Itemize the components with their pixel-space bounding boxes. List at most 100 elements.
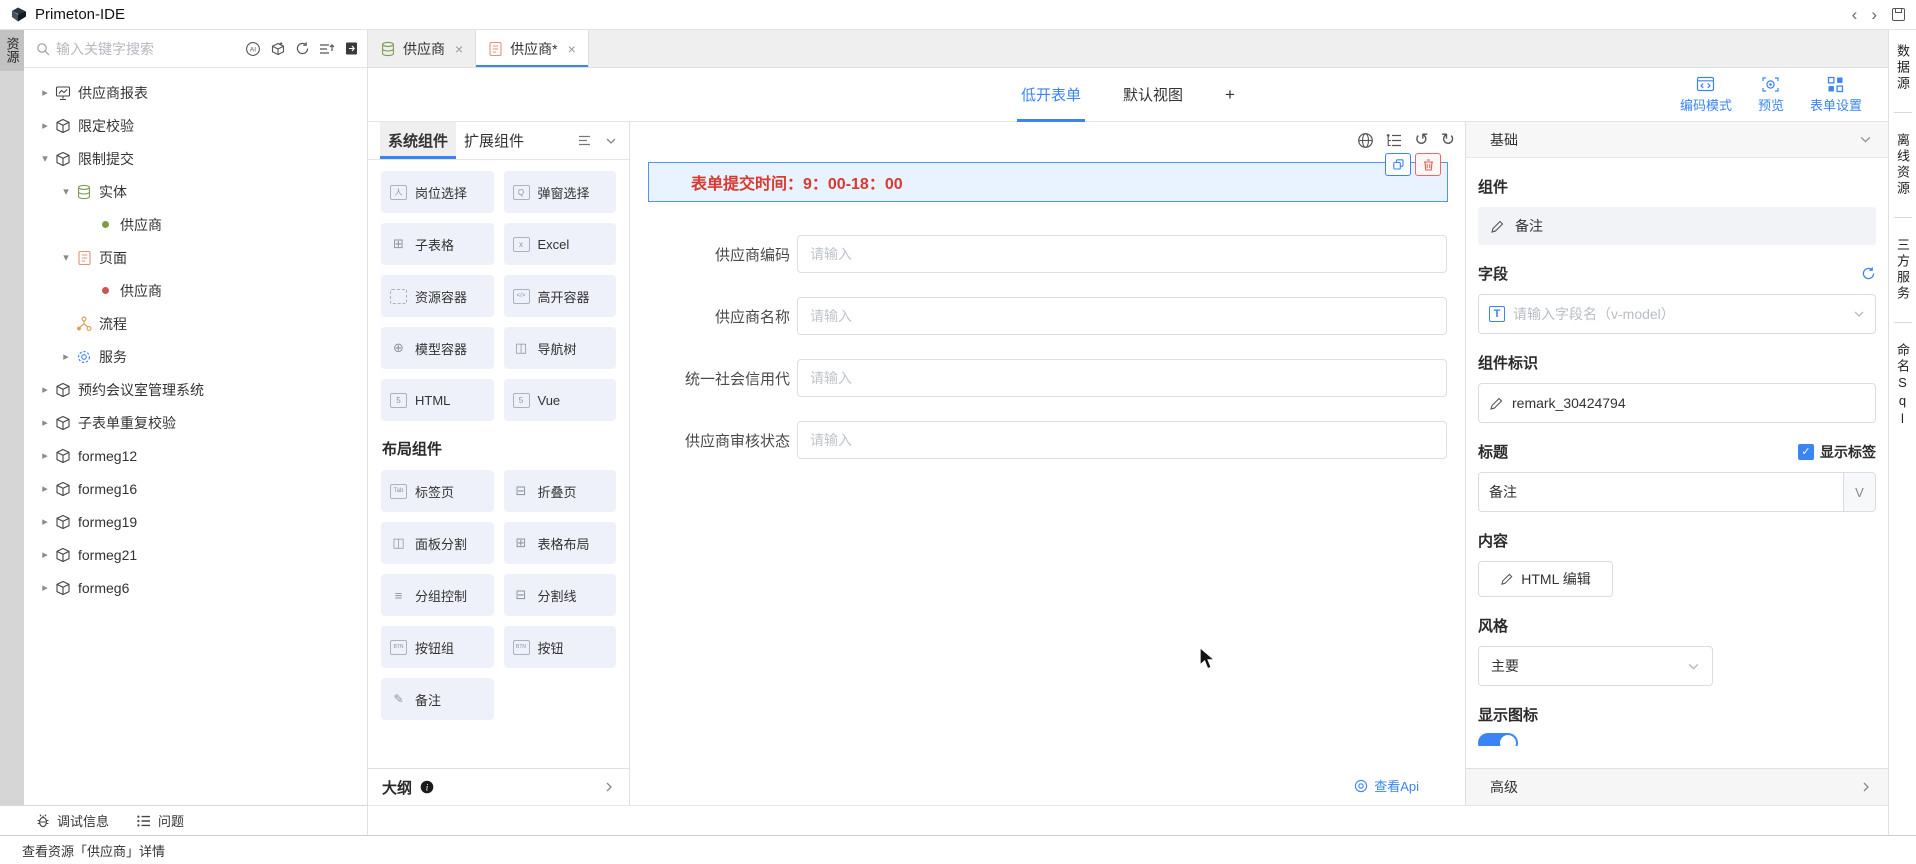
section-advanced[interactable]: 高级 bbox=[1466, 768, 1888, 805]
tab-close-icon[interactable]: × bbox=[455, 41, 463, 57]
tree-expander-icon[interactable]: ▾ bbox=[58, 185, 74, 198]
component-id-box[interactable] bbox=[1478, 383, 1876, 423]
tree-item[interactable]: 供应商 bbox=[24, 274, 367, 307]
add-view-tab-button[interactable]: + bbox=[1225, 68, 1235, 122]
form-settings-grid-button[interactable]: 表单设置 bbox=[1810, 76, 1862, 114]
tree-item[interactable]: ▾限制提交 bbox=[24, 142, 367, 175]
palette-item-highcode-container[interactable]: </>高开容器 bbox=[504, 275, 617, 317]
selected-remark-component[interactable]: 表单提交时间：9：00-18：00 bbox=[648, 162, 1448, 202]
copy-component-button[interactable] bbox=[1385, 153, 1411, 176]
form-field-input[interactable] bbox=[797, 235, 1447, 273]
tree-expander-icon[interactable]: ▾ bbox=[37, 152, 53, 165]
html-edit-button[interactable]: HTML 编辑 bbox=[1478, 561, 1613, 597]
tree-item[interactable]: ▸子表单重复校验 bbox=[24, 406, 367, 439]
palette-item-resource-container[interactable]: 资源容器 bbox=[381, 275, 494, 317]
form-canvas[interactable]: ↺ ↻ 表单提交时间：9：00-18：00 供应商编码供应商名称统一社会信用代供… bbox=[630, 122, 1466, 805]
structure-tree-icon[interactable] bbox=[1386, 133, 1403, 148]
search-input[interactable] bbox=[56, 41, 245, 57]
rail-tab-3[interactable]: 命名Sql bbox=[1893, 343, 1912, 429]
palette-item-collapse-page[interactable]: ⊟折叠页 bbox=[504, 470, 617, 512]
outline-expand-icon[interactable] bbox=[603, 781, 615, 793]
palette-item-vue[interactable]: 5Vue bbox=[504, 379, 617, 421]
palette-item-popup-select[interactable]: Q弹窗选择 bbox=[504, 171, 617, 213]
tree-item[interactable]: ▸供应商报表 bbox=[24, 76, 367, 109]
nav-back-icon[interactable]: ‹ bbox=[1852, 6, 1858, 23]
field-dropdown-icon[interactable] bbox=[1853, 308, 1865, 320]
section-basic[interactable]: 基础 bbox=[1466, 122, 1888, 158]
tab-system-components[interactable]: 系统组件 bbox=[380, 122, 456, 159]
tree-expander-icon[interactable]: ▸ bbox=[37, 482, 53, 495]
tree-expander-icon[interactable]: ▸ bbox=[37, 515, 53, 528]
tree-item[interactable]: ▾页面 bbox=[24, 241, 367, 274]
locale-globe-icon[interactable] bbox=[1357, 132, 1374, 149]
tree-expander-icon[interactable]: ▸ bbox=[37, 449, 53, 462]
tree-expander-icon[interactable]: ▸ bbox=[37, 383, 53, 396]
rail-tab-1[interactable]: 离线资源 bbox=[1893, 133, 1912, 197]
tree-item[interactable]: ▸formeg6 bbox=[24, 571, 367, 604]
outline-bar[interactable]: 大纲 i bbox=[368, 768, 629, 805]
component-id-input[interactable] bbox=[1512, 395, 1865, 411]
nav-forward-icon[interactable]: › bbox=[1871, 6, 1877, 23]
tree-item[interactable]: 供应商 bbox=[24, 208, 367, 241]
show-label-checkbox[interactable]: ✓ bbox=[1798, 444, 1814, 460]
view-tab[interactable]: 低开表单 bbox=[1021, 68, 1081, 122]
sort-icon[interactable] bbox=[319, 42, 335, 56]
debug-info-tab[interactable]: 调试信息 bbox=[36, 811, 109, 830]
palette-item-table-layout[interactable]: ⊞表格布局 bbox=[504, 522, 617, 564]
tree-item[interactable]: ▸服务 bbox=[24, 340, 367, 373]
palette-collapse-icon[interactable] bbox=[605, 135, 617, 147]
code-window-button[interactable]: 编码模式 bbox=[1680, 76, 1732, 114]
palette-item-position-select[interactable]: 人岗位选择 bbox=[381, 171, 494, 213]
view-api-link[interactable]: 查看Api bbox=[1354, 776, 1419, 795]
preview-eye-button[interactable]: 预览 bbox=[1758, 76, 1784, 114]
tab-close-icon[interactable]: × bbox=[568, 41, 576, 57]
problems-tab[interactable]: 问题 bbox=[137, 811, 184, 830]
tree-expander-icon[interactable]: ▸ bbox=[37, 119, 53, 132]
section-basic-collapse-icon[interactable] bbox=[1859, 133, 1872, 146]
palette-item-nav-tree[interactable]: ◫导航树 bbox=[504, 327, 617, 369]
field-name-input[interactable] bbox=[1513, 306, 1845, 322]
title-variable-button[interactable]: V bbox=[1843, 473, 1875, 511]
palette-item-divider-line[interactable]: ⊟分割线 bbox=[504, 574, 617, 616]
title-input-box[interactable]: V bbox=[1478, 472, 1876, 512]
tree-expander-icon[interactable]: ▸ bbox=[37, 548, 53, 561]
tree-expander-icon[interactable]: ▸ bbox=[37, 416, 53, 429]
view-tab[interactable]: 默认视图 bbox=[1123, 68, 1183, 122]
tree-item[interactable]: ▸限定校验 bbox=[24, 109, 367, 142]
palette-item-button[interactable]: BTN按钮 bbox=[504, 626, 617, 668]
tree-expander-icon[interactable]: ▸ bbox=[58, 350, 74, 363]
form-field-input[interactable] bbox=[797, 421, 1447, 459]
tree-item[interactable]: ▸formeg12 bbox=[24, 439, 367, 472]
palette-item-remark[interactable]: ✎备注 bbox=[381, 678, 494, 720]
palette-item-panel-split[interactable]: ◫面板分割 bbox=[381, 522, 494, 564]
tree-expander-icon[interactable]: ▸ bbox=[37, 581, 53, 594]
rail-tab-0[interactable]: 数据源 bbox=[1893, 44, 1912, 92]
palette-menu-icon[interactable] bbox=[578, 135, 591, 146]
field-refresh-icon[interactable] bbox=[1861, 266, 1876, 281]
export-doc-icon[interactable] bbox=[344, 41, 359, 56]
tree-expander-icon[interactable]: ▸ bbox=[37, 86, 53, 99]
refresh-icon[interactable] bbox=[295, 41, 310, 56]
new-model-icon[interactable] bbox=[270, 41, 286, 57]
show-icon-toggle[interactable] bbox=[1478, 733, 1518, 746]
rail-tab-2[interactable]: 三方服务 bbox=[1893, 238, 1912, 302]
tree-item[interactable]: 流程 bbox=[24, 307, 367, 340]
field-select[interactable]: T bbox=[1478, 294, 1876, 334]
tree-expander-icon[interactable]: ▾ bbox=[58, 251, 74, 264]
palette-item-tab-page[interactable]: Tab标签页 bbox=[381, 470, 494, 512]
palette-item-group-control[interactable]: ≡分组控制 bbox=[381, 574, 494, 616]
ai-assist-icon[interactable]: AI bbox=[245, 41, 261, 57]
rail-tab-resources[interactable]: 资源 bbox=[0, 30, 24, 71]
tab-extension-components[interactable]: 扩展组件 bbox=[456, 122, 532, 159]
tree-item[interactable]: ▸预约会议室管理系统 bbox=[24, 373, 367, 406]
tree-item[interactable]: ▸formeg21 bbox=[24, 538, 367, 571]
tree-item[interactable]: ▾实体 bbox=[24, 175, 367, 208]
editor-tab[interactable]: 供应商*× bbox=[476, 30, 589, 67]
tree-item[interactable]: ▸formeg19 bbox=[24, 505, 367, 538]
style-select[interactable]: 主要 bbox=[1478, 646, 1713, 686]
title-input[interactable] bbox=[1489, 484, 1835, 500]
palette-item-excel[interactable]: xExcel bbox=[504, 223, 617, 265]
palette-item-button-group[interactable]: BTN按钮组 bbox=[381, 626, 494, 668]
form-field-input[interactable] bbox=[797, 359, 1447, 397]
undo-icon[interactable]: ↺ bbox=[1415, 130, 1429, 150]
